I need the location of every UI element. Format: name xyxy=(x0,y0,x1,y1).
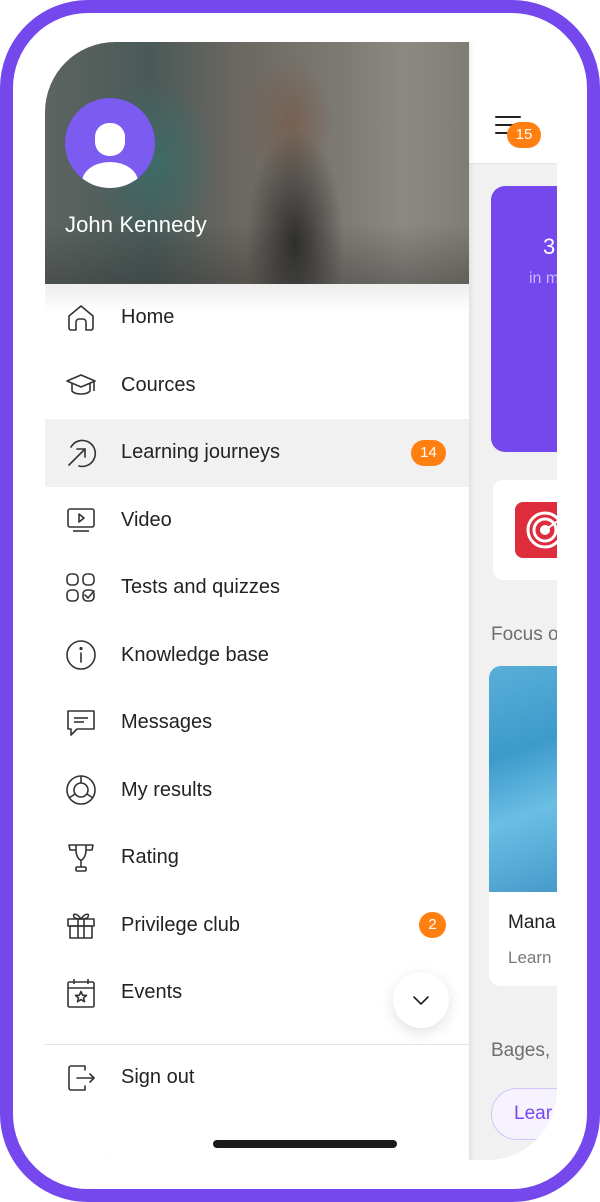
menu-item-label: My results xyxy=(121,778,213,801)
target-icon xyxy=(515,502,557,558)
menu-item-label: Privilege club xyxy=(121,913,240,936)
menu-item-knowledge-base[interactable]: Knowledge base xyxy=(45,622,469,690)
menu-item-label: Cources xyxy=(121,373,196,396)
scroll-down-button[interactable] xyxy=(393,972,449,1028)
video-icon xyxy=(65,504,97,536)
goal-card[interactable] xyxy=(493,480,557,580)
learn-button-label: Lear xyxy=(514,1103,553,1124)
sign-out-button[interactable]: Sign out xyxy=(45,1046,469,1110)
navigation-drawer: John Kennedy Home Cources Learning journ… xyxy=(45,42,469,1160)
user-name: John Kennedy xyxy=(65,212,207,237)
learning-journeys-badge: 14 xyxy=(411,439,446,466)
trophy-icon xyxy=(65,842,97,874)
menu-item-learning-journeys[interactable]: Learning journeys 14 xyxy=(45,419,469,487)
menu-item-label: Video xyxy=(121,508,172,531)
course-image xyxy=(489,666,557,892)
avatar[interactable] xyxy=(65,98,155,188)
gift-icon xyxy=(65,909,97,941)
menu-item-label: Knowledge base xyxy=(121,643,269,666)
course-card[interactable]: Mana Learn xyxy=(489,666,557,986)
privilege-club-badge: 2 xyxy=(419,912,446,939)
calendar-star-icon xyxy=(65,977,97,1009)
quiz-grid-icon xyxy=(65,572,97,604)
graduation-cap-icon xyxy=(65,369,97,401)
profile-header: John Kennedy xyxy=(45,42,469,284)
drawer-menu: Home Cources Learning journeys 14 Video … xyxy=(45,284,469,1027)
info-icon xyxy=(65,639,97,671)
sign-out-label: Sign out xyxy=(121,1066,195,1088)
journey-arrow-icon xyxy=(65,437,97,469)
menu-divider xyxy=(45,1044,469,1045)
home-icon xyxy=(65,302,97,334)
menu-item-rating[interactable]: Rating xyxy=(45,824,469,892)
menu-item-label: Messages xyxy=(121,711,213,734)
focus-section-title: Focus o xyxy=(491,624,557,645)
menu-item-label: Events xyxy=(121,981,183,1004)
menu-item-messages[interactable]: Messages xyxy=(45,689,469,757)
learn-button[interactable]: Lear xyxy=(491,1088,557,1140)
course-title: Mana xyxy=(508,912,556,933)
notifications-badge: 15 xyxy=(507,122,541,148)
menu-item-tests-and-quizzes[interactable]: Tests and quizzes xyxy=(45,554,469,622)
message-icon xyxy=(65,707,97,739)
results-chart-icon xyxy=(65,774,97,806)
menu-item-label: Learning journeys xyxy=(121,441,280,464)
menu-item-courses[interactable]: Cources xyxy=(45,352,469,420)
sign-out-icon xyxy=(65,1062,97,1094)
menu-item-privilege-club[interactable]: Privilege club 2 xyxy=(45,892,469,960)
menu-item-my-results[interactable]: My results xyxy=(45,757,469,825)
menu-item-home[interactable]: Home xyxy=(45,284,469,352)
chevron-down-icon xyxy=(413,996,429,1005)
promo-subtitle: in m xyxy=(529,270,557,287)
home-indicator[interactable] xyxy=(213,1140,397,1148)
menu-item-label: Tests and quizzes xyxy=(121,576,280,599)
menu-item-label: Rating xyxy=(121,846,179,869)
promo-number: 3 xyxy=(543,234,556,259)
course-subtitle: Learn xyxy=(508,948,552,967)
phone-screen: 15 3 in m Focus o Mana Learn Bages, Lear… xyxy=(45,42,557,1160)
badges-section-title: Bages, xyxy=(491,1040,551,1061)
promo-card[interactable]: 3 in m xyxy=(491,186,557,452)
menu-item-video[interactable]: Video xyxy=(45,487,469,555)
menu-item-label: Home xyxy=(121,306,175,329)
